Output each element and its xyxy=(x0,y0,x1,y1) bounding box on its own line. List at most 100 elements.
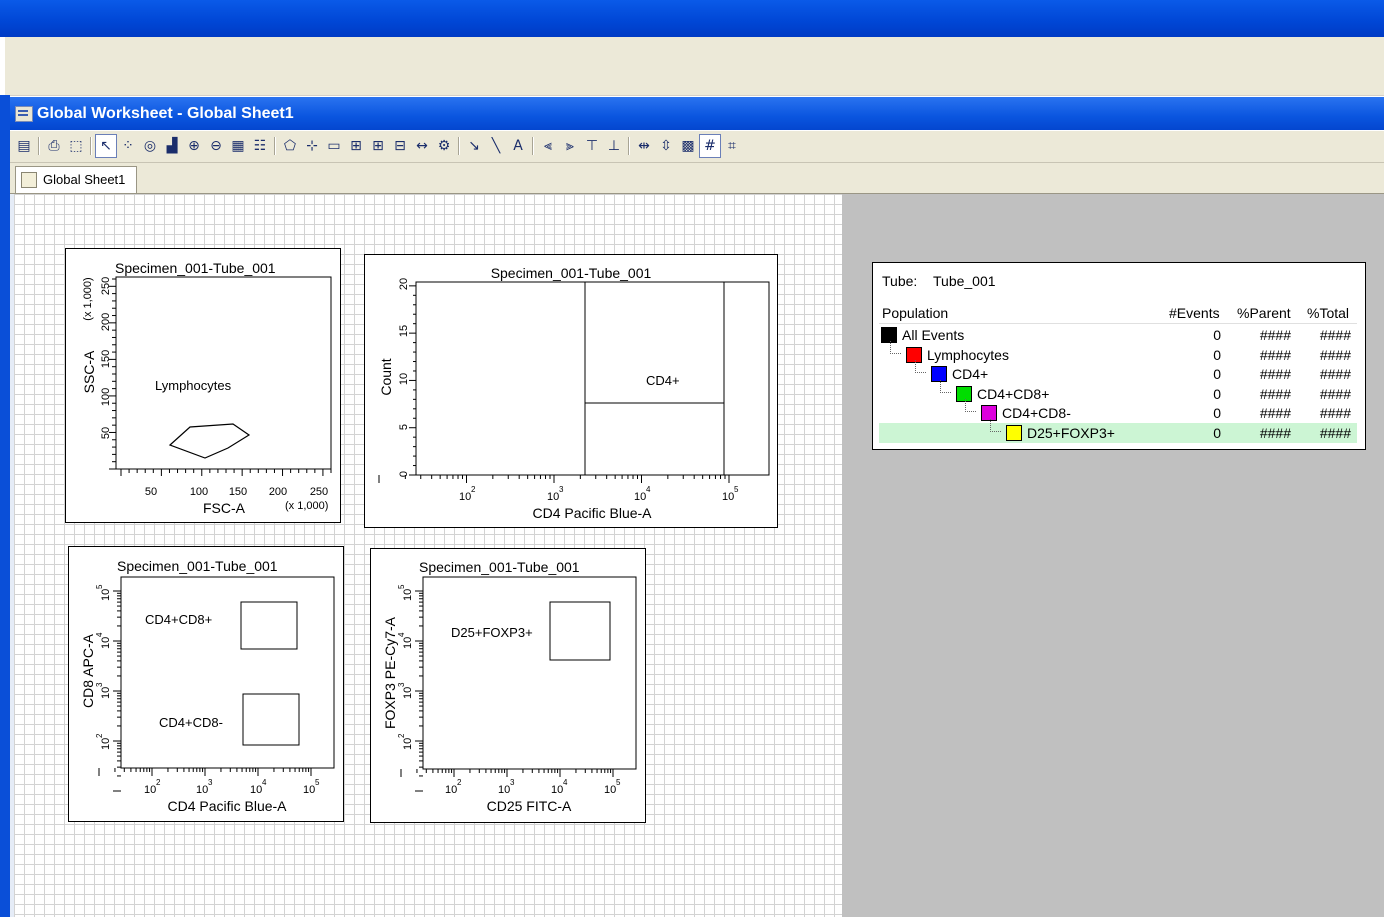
plot-cd4-histogram[interactable]: Specimen_001-Tube_001 CD4+ 10 2 10 3 10 4 1… xyxy=(364,254,778,528)
population-events: 0 xyxy=(1213,366,1221,383)
x-tick-label: 102 xyxy=(144,778,161,796)
population-total-pct: #### xyxy=(1319,385,1351,402)
contour-plot-button[interactable]: ◎ xyxy=(140,135,160,157)
y-tick-label: 0 xyxy=(398,471,410,477)
quadrant-gate-button[interactable]: ⊞ xyxy=(368,135,388,157)
svg-text:5: 5 xyxy=(315,778,320,787)
hinged-quadrant-button[interactable]: ⊟ xyxy=(390,135,410,157)
svg-text:10: 10 xyxy=(196,784,208,796)
population-row[interactable]: All Events 0 #### #### xyxy=(879,325,1357,345)
tab-global-sheet1[interactable]: Global Sheet1 xyxy=(15,166,137,193)
x-tick-label: 105 xyxy=(722,485,739,503)
application-title-bar xyxy=(0,0,1384,37)
x-tick-label: 105 xyxy=(604,778,621,796)
worksheet-title-bar[interactable]: Global Worksheet - Global Sheet1 xyxy=(5,97,1384,130)
x-tick-label: 100 xyxy=(190,486,208,498)
population-hierarchy-view[interactable]: Tube: Tube_001 Population #Events %Paren… xyxy=(872,262,1366,450)
pointer-icon: ↖ xyxy=(100,138,112,154)
y-tick-label: 103 xyxy=(397,682,414,699)
grid-button[interactable]: # xyxy=(699,134,721,158)
toolbar-separator xyxy=(274,137,275,155)
population-color-swatch[interactable] xyxy=(1006,425,1022,441)
population-events: 0 xyxy=(1213,346,1221,363)
y-ticks xyxy=(409,285,416,476)
population-total-pct: #### xyxy=(1319,366,1351,383)
fsc-ssc-svg: Specimen_001-Tube_001 50 100 150 200 250… xyxy=(81,260,332,516)
svg-text:4: 4 xyxy=(262,778,267,787)
x-axis-label: CD4 Pacific Blue-A xyxy=(532,505,652,521)
distribute-horizontal-button[interactable]: ⇹ xyxy=(634,135,654,157)
y-tick-label: 103 xyxy=(95,682,112,699)
arrow-tool-button[interactable]: ↘ xyxy=(464,135,484,157)
align-bottom-button[interactable]: ⊥ xyxy=(604,135,624,157)
cd4-cd8-neg-gate[interactable] xyxy=(242,693,300,746)
plot-cd4-cd8[interactable]: Specimen_001-Tube_001 CD4+CD8+ CD4+CD8- … xyxy=(68,546,344,822)
worksheet-toolbar: ▤ ⎙ ⬚ ↖ ⁘ ◎ ▟ ⊕ ⊖ ▦ ☷ ⬠ ⊹ ▭ ⊞ ⊞ ⊟ ↔ ⚙ ↘ ╲ A ⫷ ⫸ ⊤ ⊥ ⇹ ⇳ ▩ # ⌗ xyxy=(10,131,1384,163)
svg-text:10: 10 xyxy=(722,491,734,503)
population-row[interactable]: D25+FOXP3+ 0 #### #### xyxy=(879,419,1357,443)
plot-title: Specimen_001-Tube_001 xyxy=(419,559,580,575)
gate-label-cd4-cd8-pos: CD4+CD8+ xyxy=(145,612,212,627)
population-parent-pct: #### xyxy=(1259,425,1291,441)
svg-text:10: 10 xyxy=(459,491,471,503)
plot-fsc-ssc[interactable]: Specimen_001-Tube_001 50 100 150 200 250… xyxy=(65,248,341,523)
interval-marker-button[interactable]: ↔ xyxy=(412,135,432,157)
gate-label-lymphocytes: Lymphocytes xyxy=(155,378,232,393)
stats-view-icon: ▦ xyxy=(231,138,245,154)
align-right-button[interactable]: ⫸ xyxy=(560,135,580,157)
zoom-out-button[interactable]: ⊖ xyxy=(206,135,226,157)
svg-text:10: 10 xyxy=(100,589,112,601)
lymphocytes-polygon-gate[interactable] xyxy=(168,423,251,459)
pdf-button[interactable]: ⬚ xyxy=(66,135,86,157)
line-tool-button[interactable]: ╲ xyxy=(486,135,506,157)
zoom-in-button[interactable]: ⊕ xyxy=(184,135,204,157)
x-tick-label: 250 xyxy=(310,486,328,498)
toolbar-separator xyxy=(38,137,39,155)
arrange-button[interactable]: ▩ xyxy=(678,135,698,157)
plot-title: Specimen_001-Tube_001 xyxy=(117,558,278,574)
align-top-button[interactable]: ⊤ xyxy=(582,135,602,157)
rectangle-gate-button[interactable]: ▭ xyxy=(324,135,344,157)
snap-to-grid-button[interactable]: ⌗ xyxy=(722,135,742,157)
print-button[interactable]: ⎙ xyxy=(44,135,64,157)
polygon-gate-button[interactable]: ⬠ xyxy=(280,135,300,157)
svg-text:10: 10 xyxy=(402,589,414,601)
distribute-vertical-icon: ⇳ xyxy=(660,138,672,154)
y-tick-label: 102 xyxy=(397,733,414,750)
population-events: 0 xyxy=(1213,385,1221,402)
arrange-icon: ▩ xyxy=(681,138,695,154)
svg-text:10: 10 xyxy=(100,687,112,699)
snap-to-grid-icon: ⌗ xyxy=(728,138,736,154)
auto-gate-button[interactable]: ⚙ xyxy=(434,135,454,157)
distribute-vertical-button[interactable]: ⇳ xyxy=(656,135,676,157)
population-hierarchy-button[interactable]: ☷ xyxy=(250,135,270,157)
y-tick-label: 100 xyxy=(100,388,112,406)
tab-label: Global Sheet1 xyxy=(43,172,126,187)
d25-foxp3-gate[interactable] xyxy=(549,601,611,661)
print-icon: ⎙ xyxy=(48,138,60,154)
stats-view-button[interactable]: ▦ xyxy=(228,135,248,157)
population-row[interactable]: CD4+CD8+ 0 #### #### xyxy=(879,379,1357,404)
population-row[interactable]: Lymphocytes 0 #### #### xyxy=(879,340,1357,365)
cd4-cd8-pos-gate[interactable] xyxy=(240,601,298,650)
x-minor-ticks xyxy=(378,475,730,483)
plot-cd25-foxp3[interactable]: Specimen_001-Tube_001 D25+FOXP3+ 10 2 10 3… xyxy=(370,548,646,823)
svg-text:4: 4 xyxy=(563,778,568,787)
pointer-button[interactable]: ↖ xyxy=(95,134,117,158)
y-tick-label: 105 xyxy=(95,584,112,601)
tree-connector xyxy=(940,379,951,393)
cd4-cd8-svg: Specimen_001-Tube_001 CD4+CD8+ CD4+CD8- … xyxy=(80,558,335,814)
plot-area xyxy=(115,276,332,470)
text-tool-button[interactable]: A xyxy=(508,135,528,157)
interval-gate-button[interactable]: ⊞ xyxy=(346,135,366,157)
svg-text:5: 5 xyxy=(397,584,406,589)
plot-area xyxy=(120,576,335,769)
histogram-button[interactable]: ▟ xyxy=(162,135,182,157)
save-button[interactable]: ▤ xyxy=(14,135,34,157)
align-left-button[interactable]: ⫷ xyxy=(538,135,558,157)
svg-text:10: 10 xyxy=(100,738,112,750)
dot-plot-button[interactable]: ⁘ xyxy=(118,135,138,157)
population-row[interactable]: CD4+CD8- 0 #### #### xyxy=(879,399,1357,423)
snap-to-gate-button[interactable]: ⊹ xyxy=(302,135,322,157)
svg-text:5: 5 xyxy=(734,485,739,494)
